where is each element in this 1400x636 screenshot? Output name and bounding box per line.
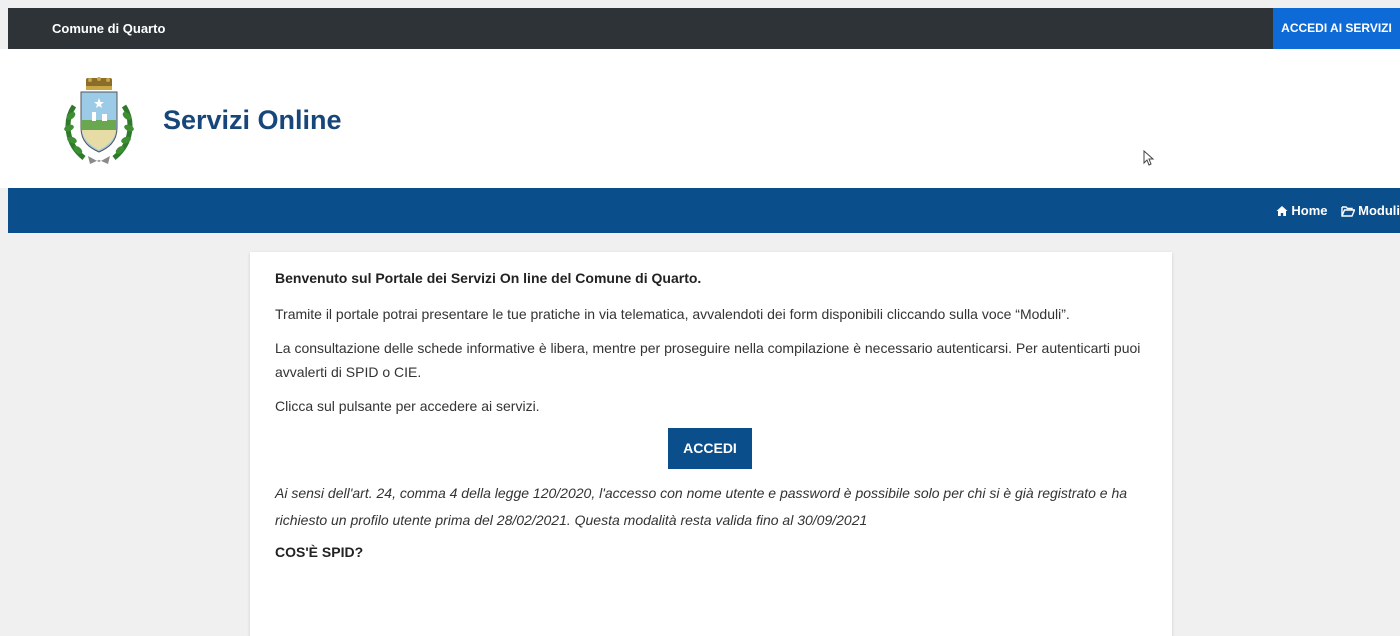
home-icon [1276, 206, 1288, 216]
accedi-button-row: ACCEDI [275, 428, 1145, 472]
welcome-card: Benvenuto sul Portale dei Servizi On lin… [250, 252, 1172, 636]
coat-of-arms-logo[interactable] [62, 76, 136, 168]
nav-item-label: Moduli [1358, 203, 1400, 218]
nav-item-label: Home [1291, 203, 1328, 218]
welcome-card-body: Benvenuto sul Portale dei Servizi On lin… [275, 266, 1145, 564]
folder-open-icon [1341, 206, 1356, 217]
org-name-link[interactable]: Comune di Quarto [52, 8, 165, 49]
page: Comune di Quarto ACCEDI AI SERVIZI Servi… [0, 0, 1400, 636]
spid-heading: COS'È SPID? [275, 544, 364, 560]
main-navbar: Home Moduli [8, 188, 1400, 233]
accedi-button[interactable]: ACCEDI [668, 428, 752, 469]
nav-item-home[interactable]: Home [1276, 188, 1327, 233]
login-services-button[interactable]: ACCEDI AI SERVIZI [1273, 8, 1400, 49]
auth-paragraph: La consultazione delle schede informativ… [275, 340, 1141, 380]
top-bar: Comune di Quarto ACCEDI AI SERVIZI [8, 8, 1400, 49]
welcome-heading: Benvenuto sul Portale dei Servizi On lin… [275, 270, 702, 286]
intro-paragraph: Tramite il portale potrai presentare le … [275, 306, 1070, 322]
site-header: Servizi Online [0, 49, 1400, 188]
site-title[interactable]: Servizi Online [163, 105, 342, 136]
mouse-cursor-icon [1143, 150, 1155, 166]
nav-item-moduli[interactable]: Moduli [1341, 188, 1400, 233]
nav-menu: Home Moduli [1266, 188, 1400, 233]
legal-note: Ai sensi dell'art. 24, comma 4 della leg… [275, 485, 1128, 528]
click-paragraph: Clicca sul pulsante per accedere ai serv… [275, 398, 540, 414]
